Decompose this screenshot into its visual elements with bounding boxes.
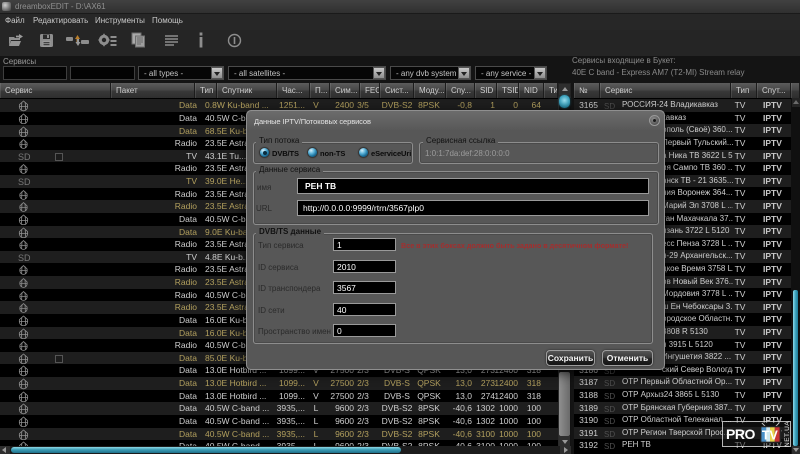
svg-text:SD: SD [604,102,615,110]
svg-text:SD: SD [604,442,615,450]
svg-text:SD: SD [18,152,31,162]
svg-text:SD: SD [604,405,615,413]
svg-text:SD: SD [604,430,615,438]
svg-text:TV: TV [762,428,779,442]
svg-text:SD: SD [604,379,615,387]
svg-text:SD: SD [18,177,31,187]
svg-text:SD: SD [604,392,615,400]
svg-text:SD: SD [18,253,31,263]
svg-text:SD: SD [604,417,615,425]
